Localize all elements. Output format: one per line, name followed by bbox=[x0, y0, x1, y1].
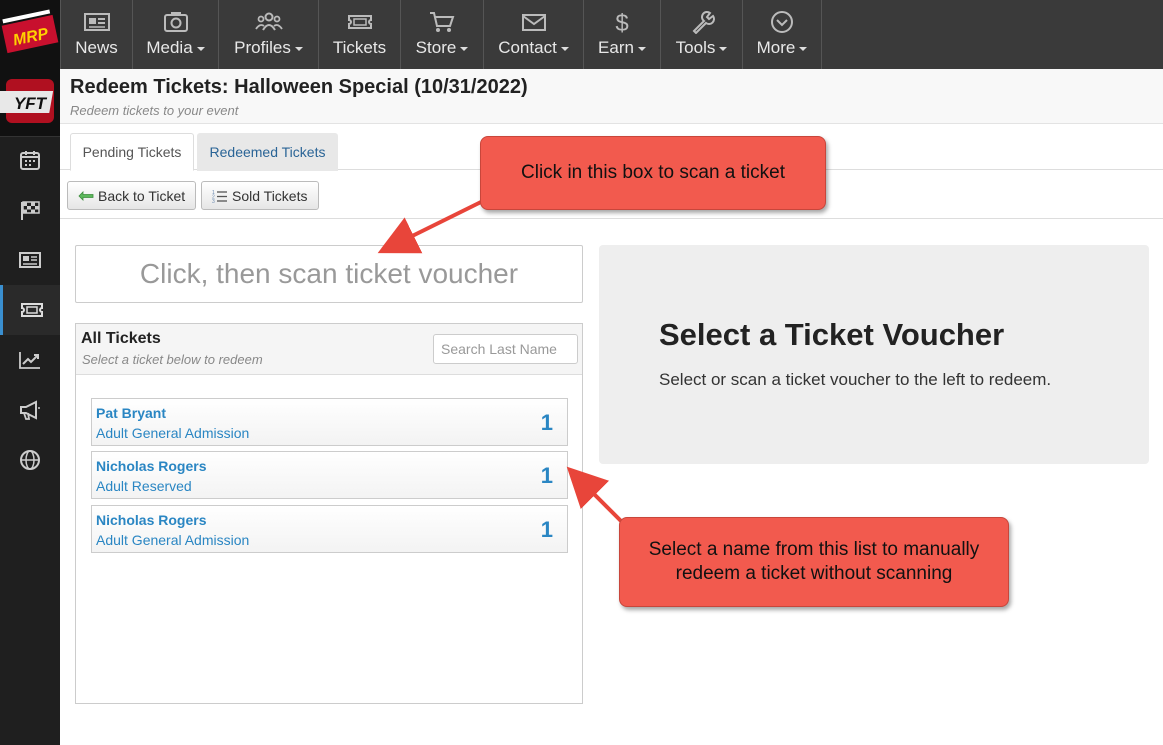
nav-more-label: More bbox=[756, 38, 796, 57]
ticket-list-item[interactable]: Nicholas Rogers Adult Reserved 1 bbox=[91, 451, 568, 499]
ticket-quantity: 1 bbox=[540, 410, 553, 435]
sidebar-item-races[interactable] bbox=[0, 185, 60, 235]
megaphone-icon bbox=[20, 400, 40, 420]
panel-subtitle: Select a ticket below to redeem bbox=[82, 352, 263, 367]
ticket-type: Adult General Admission bbox=[96, 532, 250, 548]
voucher-title: Select a Ticket Voucher bbox=[659, 317, 1005, 352]
page-header: Redeem Tickets: Halloween Special (10/31… bbox=[60, 69, 1163, 124]
newspaper-icon bbox=[83, 13, 110, 31]
sidebar-item-marketing[interactable] bbox=[0, 385, 60, 435]
list-icon: 123 bbox=[212, 190, 227, 203]
nav-tools-label: Tools bbox=[675, 38, 716, 57]
caret-down-icon bbox=[560, 46, 569, 51]
nav-tickets-label: Tickets bbox=[332, 38, 387, 57]
all-tickets-panel: All Tickets Select a ticket below to red… bbox=[75, 323, 583, 704]
svg-text:$: $ bbox=[615, 10, 628, 34]
search-last-name-input[interactable] bbox=[433, 334, 578, 364]
ticket-icon bbox=[347, 15, 372, 29]
page-subtitle: Redeem tickets to your event bbox=[70, 103, 239, 118]
caret-down-icon bbox=[294, 46, 303, 51]
back-to-ticket-label: Back to Ticket bbox=[98, 187, 186, 204]
ticket-icon bbox=[20, 303, 43, 317]
svg-text:YFT: YFT bbox=[14, 94, 48, 113]
back-to-ticket-button[interactable]: Back to Ticket bbox=[67, 181, 196, 210]
scan-hint-text: Click in this box to scan a ticket bbox=[521, 162, 785, 184]
ticket-quantity: 1 bbox=[540, 517, 553, 542]
list-hint-callout: Select a name from this list to manually… bbox=[619, 517, 1009, 607]
panel-header: All Tickets Select a ticket below to red… bbox=[76, 324, 582, 375]
caret-down-icon bbox=[719, 46, 728, 51]
checkered-flag-icon bbox=[21, 201, 40, 220]
ticket-type: Adult General Admission bbox=[96, 425, 250, 441]
tab-redeemed-tickets[interactable]: Redeemed Tickets bbox=[197, 133, 338, 171]
nav-profiles[interactable]: Profiles bbox=[218, 0, 318, 69]
ticket-quantity: 1 bbox=[540, 463, 553, 488]
cart-icon bbox=[430, 12, 455, 32]
list-hint-line-2: redeem a ticket without scanning bbox=[675, 563, 953, 584]
nav-contact-label: Contact bbox=[498, 38, 557, 57]
nav-more[interactable]: More bbox=[742, 0, 822, 69]
caret-down-icon bbox=[196, 46, 205, 51]
sidebar-item-analytics[interactable] bbox=[0, 335, 60, 385]
nav-news-label: News bbox=[75, 38, 118, 57]
nav-profiles-label: Profiles bbox=[234, 38, 291, 57]
sidebar-item-website[interactable] bbox=[0, 435, 60, 485]
voucher-instructions: Select or scan a ticket voucher to the l… bbox=[659, 370, 1052, 389]
arrow-left-icon bbox=[78, 190, 94, 201]
nav-store-label: Store bbox=[415, 38, 457, 57]
ticket-holder-name: Pat Bryant bbox=[96, 405, 167, 421]
nav-earn[interactable]: $ Earn bbox=[583, 0, 660, 69]
voucher-detail-panel: Select a Ticket Voucher Select or scan a… bbox=[599, 245, 1149, 464]
ticket-list-item[interactable]: Nicholas Rogers Adult General Admission … bbox=[91, 505, 568, 553]
nav-media[interactable]: Media bbox=[132, 0, 218, 69]
tab-pending-tickets[interactable]: Pending Tickets bbox=[70, 133, 194, 171]
panel-title: All Tickets bbox=[81, 330, 161, 347]
list-hint-arrow bbox=[566, 466, 625, 525]
caret-down-icon bbox=[799, 46, 808, 51]
svg-text:3: 3 bbox=[212, 199, 215, 203]
calendar-icon bbox=[20, 151, 40, 170]
app: MRP News Media Profiles Tickets Store Co… bbox=[0, 0, 1163, 745]
news-icon bbox=[19, 252, 41, 268]
nav-tickets[interactable]: Tickets bbox=[318, 0, 400, 69]
sold-tickets-label: Sold Tickets bbox=[232, 187, 308, 204]
scan-hint-callout: Click in this box to scan a ticket bbox=[480, 136, 826, 210]
ticket-list-item[interactable]: Pat Bryant Adult General Admission 1 bbox=[91, 398, 568, 446]
mrp-logo[interactable]: MRP bbox=[0, 0, 60, 69]
people-icon bbox=[254, 12, 283, 31]
camera-icon bbox=[163, 12, 188, 32]
scan-voucher-input[interactable] bbox=[75, 245, 583, 303]
wrench-icon bbox=[692, 11, 715, 34]
nav-earn-label: Earn bbox=[598, 38, 634, 57]
chart-icon bbox=[19, 352, 40, 369]
nav-tools[interactable]: Tools bbox=[660, 0, 742, 69]
envelope-icon bbox=[521, 14, 546, 31]
sidebar: YFT bbox=[0, 69, 60, 745]
nav-store[interactable]: Store bbox=[400, 0, 483, 69]
nav-media-label: Media bbox=[146, 38, 193, 57]
globe-icon bbox=[20, 450, 40, 470]
ticket-holder-name: Nicholas Rogers bbox=[96, 512, 207, 528]
page-title: Redeem Tickets: Halloween Special (10/31… bbox=[70, 76, 528, 98]
dollar-icon: $ bbox=[615, 10, 628, 34]
sidebar-item-tickets[interactable] bbox=[0, 285, 60, 335]
sidebar-item-news[interactable] bbox=[0, 235, 60, 285]
list-hint-line-1: Select a name from this list to manually bbox=[648, 539, 980, 561]
caret-down-icon bbox=[637, 46, 646, 51]
caret-down-icon bbox=[460, 46, 469, 51]
nav-contact[interactable]: Contact bbox=[483, 0, 583, 69]
ticket-holder-name: Nicholas Rogers bbox=[96, 458, 207, 474]
sidebar-item-calendar[interactable] bbox=[0, 135, 60, 185]
sold-tickets-button[interactable]: 123 Sold Tickets bbox=[201, 181, 319, 210]
nav-news[interactable]: News bbox=[60, 0, 132, 69]
top-nav: MRP News Media Profiles Tickets Store Co… bbox=[0, 0, 1163, 69]
ticket-type: Adult Reserved bbox=[96, 478, 192, 494]
chevron-circle-icon bbox=[771, 11, 793, 33]
yft-logo[interactable]: YFT bbox=[0, 69, 60, 137]
